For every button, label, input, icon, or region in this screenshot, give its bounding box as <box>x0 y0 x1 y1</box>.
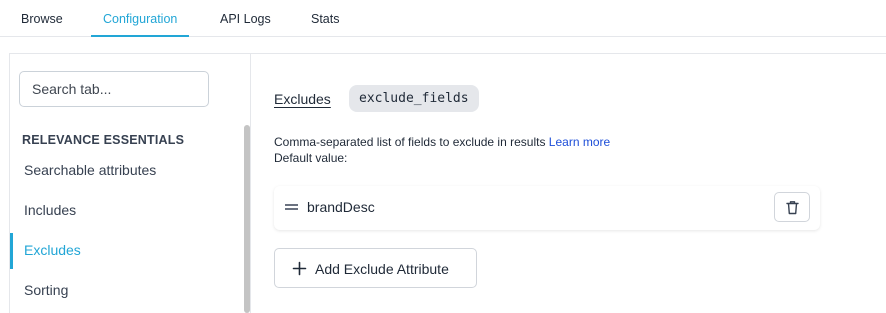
setting-label: Excludes <box>274 91 331 107</box>
add-button-label: Add Exclude Attribute <box>315 261 449 277</box>
tab-browse[interactable]: Browse <box>21 0 63 36</box>
add-exclude-attribute-button[interactable]: Add Exclude Attribute <box>274 248 477 288</box>
attribute-name: brandDesc <box>307 199 375 215</box>
configuration-panel: RELEVANCE ESSENTIALS Searchable attribut… <box>9 53 886 313</box>
sidebar-item-includes[interactable]: Includes <box>24 202 76 218</box>
trash-icon <box>786 201 799 215</box>
active-item-indicator <box>10 233 13 269</box>
setting-description: Comma-separated list of fields to exclud… <box>274 135 610 149</box>
sidebar-scrollbar[interactable] <box>244 125 250 313</box>
sidebar-item-excludes[interactable]: Excludes <box>24 242 81 258</box>
sidebar-item-sorting[interactable]: Sorting <box>24 282 68 298</box>
top-tab-bar: Browse Configuration API Logs Stats <box>0 0 886 37</box>
default-value-label: Default value: <box>274 151 348 165</box>
description-text: Comma-separated list of fields to exclud… <box>274 135 546 149</box>
search-tab-input[interactable] <box>19 71 209 107</box>
plus-icon <box>292 261 307 276</box>
sidebar-section-title: RELEVANCE ESSENTIALS <box>22 133 185 147</box>
settings-sidebar: RELEVANCE ESSENTIALS Searchable attribut… <box>10 54 251 313</box>
param-name-chip: exclude_fields <box>349 85 479 112</box>
attribute-row: brandDesc <box>274 186 820 230</box>
learn-more-link[interactable]: Learn more <box>549 135 610 149</box>
delete-attribute-button[interactable] <box>774 192 810 222</box>
drag-handle-icon[interactable] <box>285 202 298 212</box>
tab-stats[interactable]: Stats <box>311 0 340 36</box>
sidebar-item-searchable-attributes[interactable]: Searchable attributes <box>24 162 156 178</box>
tab-configuration[interactable]: Configuration <box>90 0 190 37</box>
tab-api-logs[interactable]: API Logs <box>220 0 271 36</box>
